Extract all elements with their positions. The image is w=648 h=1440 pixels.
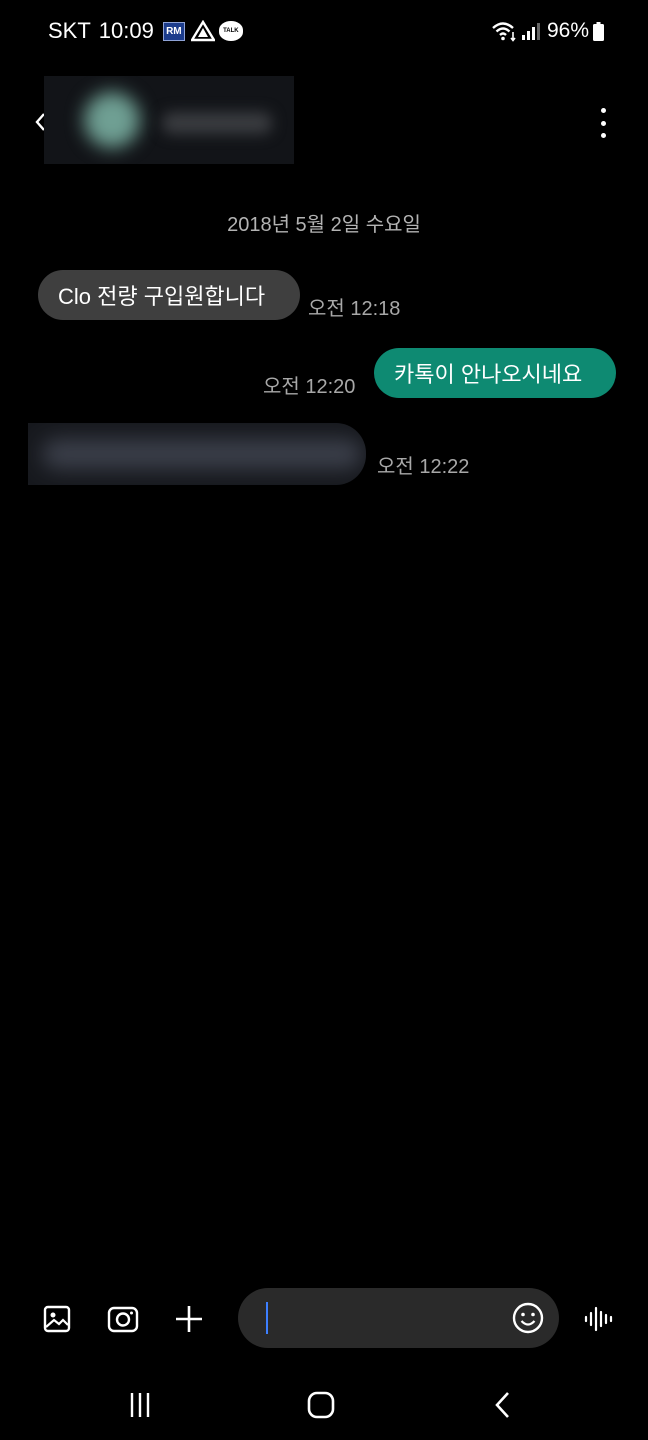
carrier-name: SKT	[48, 18, 91, 43]
status-clock: 10:09	[98, 18, 154, 43]
camera-icon	[107, 1306, 139, 1333]
home-button[interactable]	[301, 1388, 341, 1422]
message-input[interactable]	[264, 1298, 494, 1338]
status-bar: SKT 10:09 RM TALK 96%	[0, 0, 648, 60]
plus-icon	[176, 1306, 202, 1332]
contact-info-redacted[interactable]	[44, 76, 294, 164]
rm-notification-icon: RM	[162, 21, 185, 41]
text-cursor	[266, 1302, 268, 1334]
date-divider: 2018년 5월 2일 수요일	[227, 214, 421, 236]
emoji-button[interactable]	[511, 1301, 545, 1335]
add-attachment-button[interactable]	[172, 1302, 206, 1336]
redacted-message-text	[42, 439, 362, 469]
system-back-button[interactable]	[483, 1388, 523, 1422]
cell-signal-icon	[521, 21, 541, 41]
voice-waveform-icon	[584, 1306, 613, 1332]
home-icon	[307, 1391, 335, 1419]
recents-icon	[130, 1393, 150, 1417]
back-chevron-icon	[495, 1392, 509, 1418]
camera-button[interactable]	[106, 1302, 140, 1336]
contact-name-redacted	[162, 112, 272, 134]
message-input-field[interactable]	[238, 1288, 559, 1348]
status-right: 96%	[491, 16, 604, 46]
recents-button[interactable]	[120, 1388, 160, 1422]
talk-notification-icon: TALK	[218, 21, 243, 41]
status-left: SKT 10:09 RM TALK	[48, 16, 243, 46]
more-options-button[interactable]	[598, 108, 608, 138]
emoji-icon	[512, 1302, 544, 1334]
voice-record-button[interactable]	[582, 1302, 616, 1336]
more-vertical-icon	[600, 108, 606, 113]
incoming-message-bubble[interactable]: Clo 전량 구입원합니다	[38, 270, 300, 320]
incoming-message-bubble-redacted[interactable]	[28, 423, 366, 485]
message-timestamp: 오전 12:18	[308, 298, 401, 320]
gallery-button[interactable]	[40, 1302, 74, 1336]
message-timestamp: 오전 12:22	[377, 456, 470, 478]
contact-avatar	[84, 92, 140, 148]
message-composer	[0, 1286, 648, 1352]
wifi-icon	[491, 20, 517, 42]
battery-icon	[593, 21, 604, 41]
conversation-header	[0, 70, 648, 170]
outgoing-message-bubble[interactable]: 카톡이 안나오시네요	[374, 348, 616, 398]
gallery-icon	[43, 1305, 71, 1333]
warning-notification-icon	[189, 19, 216, 42]
system-navigation-bar	[0, 1372, 648, 1440]
battery-percent: 96%	[546, 19, 589, 42]
message-timestamp: 오전 12:20	[263, 376, 356, 398]
